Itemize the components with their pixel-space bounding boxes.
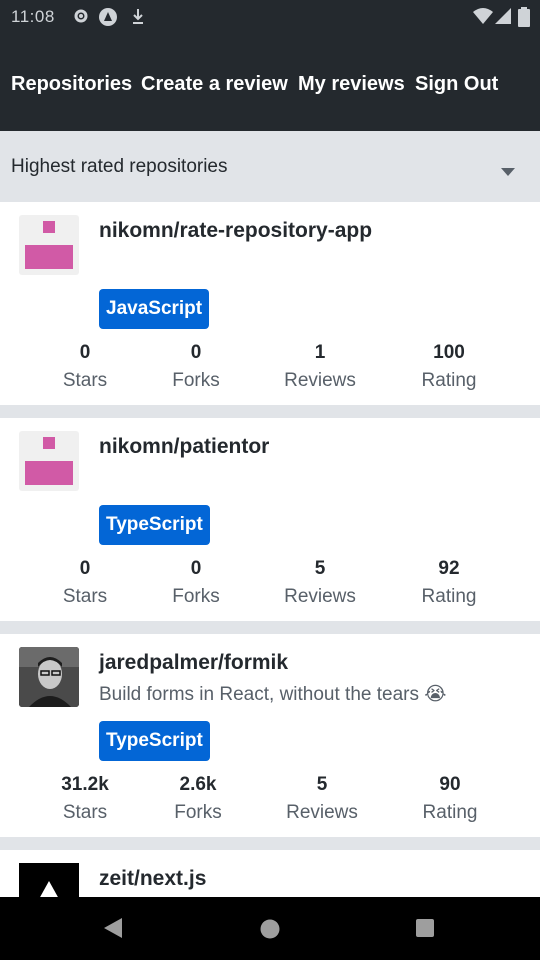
stat-value: 31.2k <box>61 774 109 795</box>
stat-label: Stars <box>62 586 108 607</box>
signal-icon <box>494 7 512 30</box>
stat-reviews: 1 Reviews <box>260 342 380 392</box>
language-badge: TypeScript <box>99 721 210 761</box>
avatar <box>19 647 79 707</box>
back-icon[interactable] <box>102 917 124 944</box>
stat-value: 90 <box>439 774 461 795</box>
stat-stars: 0 Stars <box>25 342 145 392</box>
stat-rating: 90 Rating <box>390 774 510 824</box>
home-icon[interactable] <box>259 918 281 945</box>
vercel-logo-icon <box>19 863 79 897</box>
stat-value: 1 <box>314 342 326 363</box>
download-icon <box>131 7 145 30</box>
repository-full-name: jaredpalmer/formik <box>99 651 289 674</box>
stat-value: 2.6k <box>179 774 217 795</box>
stat-label: Reviews <box>284 370 356 391</box>
stat-forks: 0 Forks <box>136 558 256 608</box>
stat-forks: 0 Forks <box>136 342 256 392</box>
repository-item[interactable]: jaredpalmer/formik Build forms in React,… <box>0 634 540 837</box>
status-time: 11:08 <box>11 7 55 26</box>
repository-item[interactable]: nikomn/patientor TypeScript 0 Stars 0 Fo… <box>0 418 540 621</box>
stat-label: Forks <box>172 370 220 391</box>
stat-reviews: 5 Reviews <box>262 774 382 824</box>
stat-label: Rating <box>422 802 478 823</box>
stat-stars: 0 Stars <box>25 558 145 608</box>
stat-stars: 31.2k Stars <box>25 774 145 824</box>
tab-create-review[interactable]: Create a review <box>141 73 288 96</box>
system-nav-bar <box>0 897 540 960</box>
gear-icon <box>72 7 90 30</box>
language-badge: TypeScript <box>99 505 210 545</box>
stat-label: Forks <box>172 586 220 607</box>
avatar <box>19 215 79 275</box>
stat-value: 0 <box>190 558 202 579</box>
recents-icon[interactable] <box>415 918 435 943</box>
tab-sign-out[interactable]: Sign Out <box>415 73 498 96</box>
battery-icon <box>518 7 530 32</box>
repository-full-name: nikomn/rate-repository-app <box>99 219 373 242</box>
stat-rating: 100 Rating <box>389 342 509 392</box>
stat-label: Stars <box>62 370 108 391</box>
stat-value: 100 <box>433 342 465 363</box>
stat-reviews: 5 Reviews <box>260 558 380 608</box>
stat-value: 0 <box>190 342 202 363</box>
app-bar: 11:08 Repositories Create a review My re… <box>0 0 540 131</box>
stat-label: Rating <box>421 586 477 607</box>
tab-repositories[interactable]: Repositories <box>11 73 132 96</box>
chevron-down-icon[interactable] <box>501 163 515 181</box>
stat-value: 0 <box>79 342 91 363</box>
status-bar: 11:08 <box>0 0 540 32</box>
stat-value: 0 <box>79 558 91 579</box>
sort-picker-value: Highest rated repositories <box>11 156 228 177</box>
repository-item[interactable]: nikomn/rate-repository-app JavaScript 0 … <box>0 202 540 405</box>
stat-label: Reviews <box>286 802 358 823</box>
sort-picker[interactable]: Highest rated repositories <box>0 131 540 202</box>
repository-description: Build forms in React, without the tears … <box>99 684 447 705</box>
stat-value: 5 <box>316 774 328 795</box>
stat-label: Reviews <box>284 586 356 607</box>
stat-label: Rating <box>421 370 477 391</box>
repository-item[interactable]: zeit/next.js <box>0 850 540 897</box>
tab-my-reviews[interactable]: My reviews <box>298 73 405 96</box>
stat-value: 5 <box>314 558 326 579</box>
language-badge: JavaScript <box>99 289 210 329</box>
wifi-icon <box>472 7 494 30</box>
repository-full-name: zeit/next.js <box>99 867 207 890</box>
app-icon <box>98 7 118 32</box>
stat-forks: 2.6k Forks <box>138 774 258 824</box>
stat-label: Forks <box>174 802 222 823</box>
avatar <box>19 431 79 491</box>
stat-value: 92 <box>438 558 460 579</box>
repository-full-name: nikomn/patientor <box>99 435 270 458</box>
stat-label: Stars <box>62 802 108 823</box>
stat-rating: 92 Rating <box>389 558 509 608</box>
